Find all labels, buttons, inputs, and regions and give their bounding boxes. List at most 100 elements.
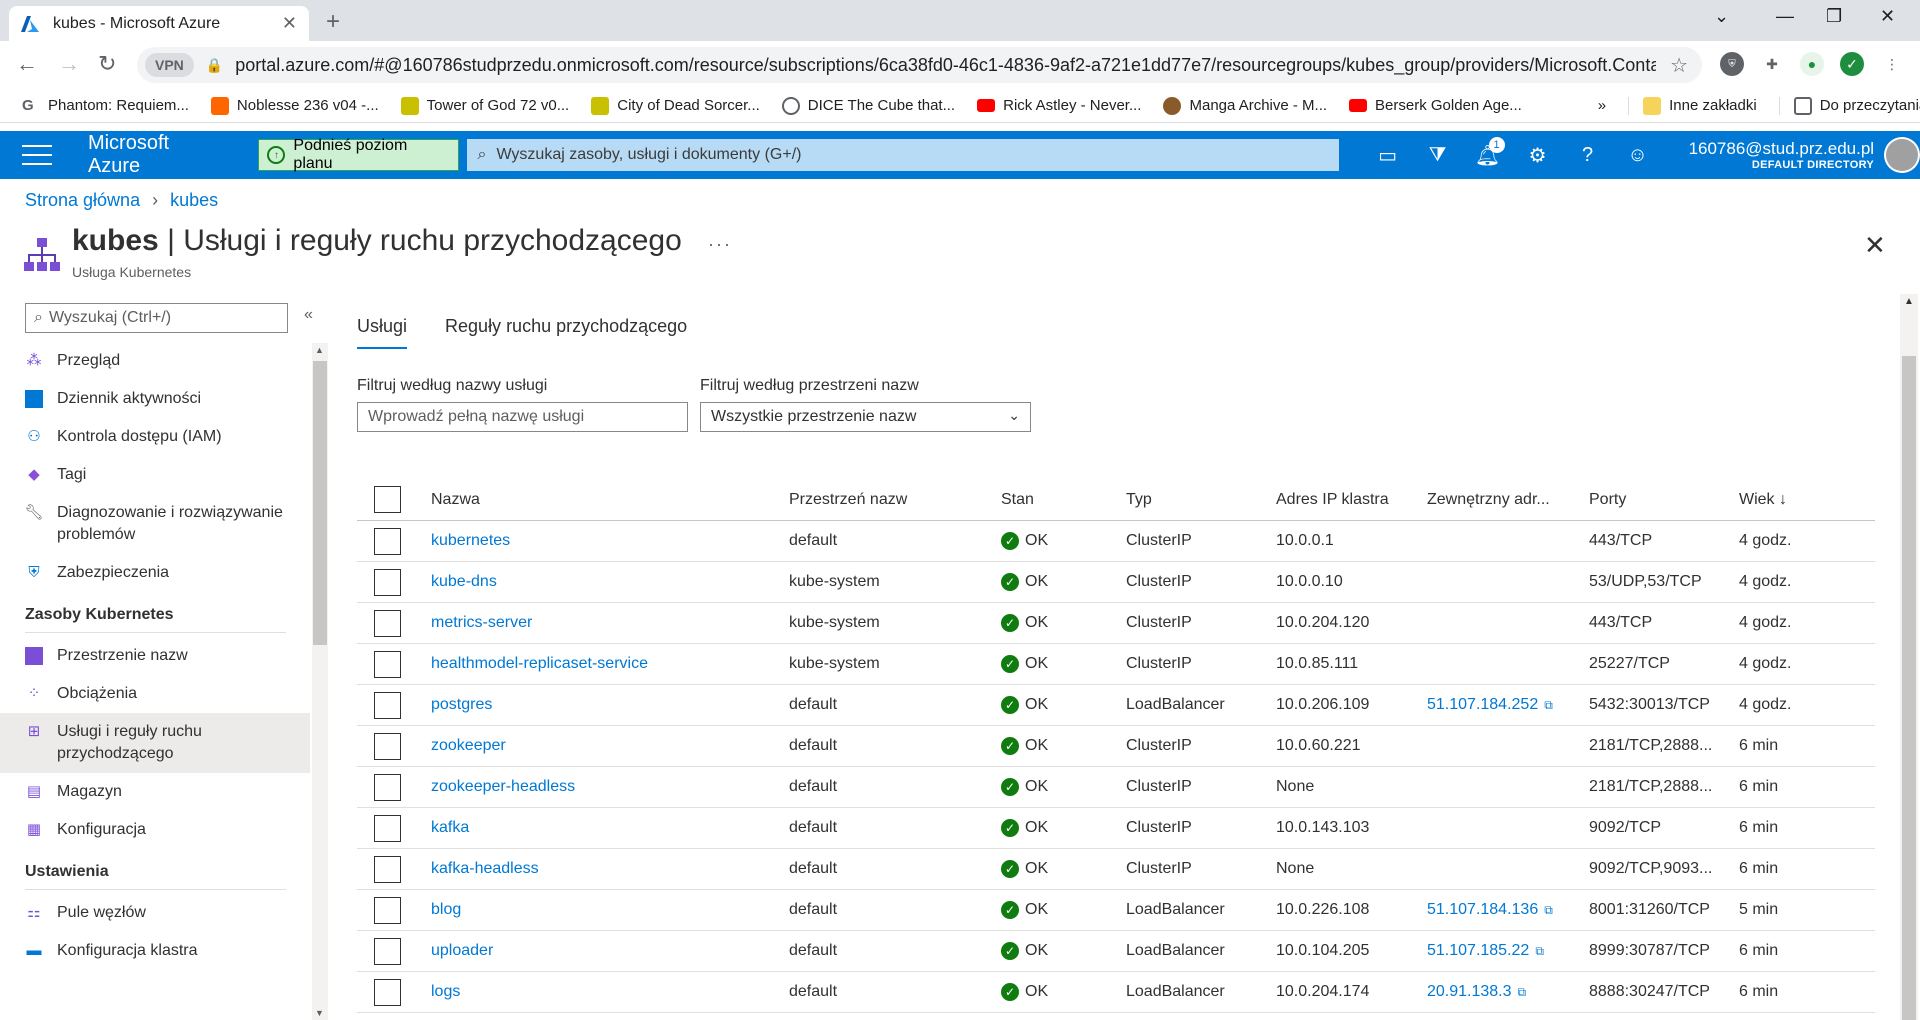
- table-row[interactable]: kube-dns kube-system ✓ OK ClusterIP 10.0.0.10…: [357, 562, 1875, 603]
- cloud-shell-icon[interactable]: ▭: [1363, 131, 1413, 179]
- close-blade-icon[interactable]: ✕: [1864, 230, 1886, 261]
- browser-tab[interactable]: kubes - Microsoft Azure ✕: [9, 6, 309, 41]
- bookmark-item[interactable]: Berserk Golden Age...: [1349, 97, 1522, 114]
- row-checkbox[interactable]: [374, 609, 401, 637]
- scroll-down-icon[interactable]: ▼: [315, 1008, 324, 1018]
- shield-extension-icon[interactable]: ✓: [1840, 52, 1864, 76]
- back-icon[interactable]: ←: [16, 51, 38, 77]
- adblock-extension-icon[interactable]: ⛨: [1720, 52, 1744, 76]
- sidebar-item-namespaces[interactable]: Przestrzenie nazw: [0, 637, 310, 675]
- extensions-puzzle-icon[interactable]: ✚: [1760, 52, 1784, 76]
- bookmark-item[interactable]: Noblesse 236 v04 -...: [210, 96, 379, 115]
- row-checkbox[interactable]: [374, 691, 401, 719]
- column-header-cluster-ip[interactable]: Adres IP klastra: [1276, 491, 1427, 509]
- service-name-link[interactable]: kafka-headless: [431, 860, 539, 877]
- bookmark-item[interactable]: DICE The Cube that...: [781, 96, 955, 115]
- sidebar-item-services[interactable]: ⊞ Usługi i reguły ruchu przychodzącego: [0, 713, 310, 773]
- row-checkbox[interactable]: [374, 814, 401, 842]
- table-row[interactable]: blog default ✓ OK LoadBalancer 10.0.226.108 51…: [357, 890, 1875, 931]
- sidebar-item-storage[interactable]: ▤ Magazyn: [0, 773, 310, 811]
- main-scroll-thumb[interactable]: [1902, 356, 1916, 1020]
- external-ip-link[interactable]: 51.107.184.136: [1427, 901, 1538, 918]
- omnibox[interactable]: VPN 🔒 portal.azure.com/#@160786studprzed…: [137, 47, 1702, 83]
- profile-icon[interactable]: ●: [1800, 52, 1824, 76]
- open-external-icon[interactable]: ⧉: [1544, 903, 1553, 917]
- row-checkbox[interactable]: [374, 855, 401, 883]
- url-text[interactable]: portal.azure.com/#@160786studprzedu.onmi…: [235, 55, 1656, 76]
- service-name-link[interactable]: kube-dns: [431, 573, 497, 590]
- column-header-type[interactable]: Typ: [1126, 491, 1276, 509]
- row-checkbox[interactable]: [374, 732, 401, 760]
- service-name-link[interactable]: zookeeper-headless: [431, 778, 575, 795]
- service-name-link[interactable]: postgres: [431, 696, 492, 713]
- column-header-external-ip[interactable]: Zewnętrzny adr...: [1427, 491, 1589, 509]
- notifications-icon[interactable]: 🔔︎ 1: [1463, 131, 1513, 179]
- row-checkbox[interactable]: [374, 896, 401, 924]
- external-ip-link[interactable]: 20.91.138.3: [1427, 983, 1512, 1000]
- table-row[interactable]: kafka default ✓ OK ClusterIP 10.0.143.103 9092…: [357, 808, 1875, 849]
- service-name-link[interactable]: uploader: [431, 942, 493, 959]
- table-row[interactable]: healthmodel-replicaset-service kube-syste…: [357, 644, 1875, 685]
- bookmark-item[interactable]: Tower of God 72 v0...: [400, 96, 569, 115]
- forward-icon[interactable]: →: [58, 51, 80, 77]
- table-row[interactable]: postgres default ✓ OK LoadBalancer 10.0.206.1…: [357, 685, 1875, 726]
- close-tab-icon[interactable]: ✕: [282, 13, 297, 34]
- vpn-badge[interactable]: VPN: [145, 53, 194, 77]
- filter-name-input[interactable]: Wprowadź pełną nazwę usługi: [357, 402, 688, 432]
- breadcrumb-home-link[interactable]: Strona główna: [25, 190, 140, 211]
- service-name-link[interactable]: metrics-server: [431, 614, 532, 631]
- external-ip-link[interactable]: 51.107.184.252: [1427, 696, 1538, 713]
- sidebar-item-workloads[interactable]: ⁘ Obciążenia: [0, 675, 310, 713]
- bookmark-star-icon[interactable]: ☆: [1670, 53, 1688, 78]
- bookmark-item[interactable]: Rick Astley - Never...: [977, 97, 1141, 114]
- new-tab-icon[interactable]: +: [326, 8, 340, 36]
- table-row[interactable]: logs default ✓ OK LoadBalancer 10.0.204.174 20…: [357, 972, 1875, 1013]
- row-checkbox[interactable]: [374, 937, 401, 965]
- external-ip-link[interactable]: 51.107.185.22: [1427, 942, 1529, 959]
- breadcrumb-resource-link[interactable]: kubes: [170, 190, 218, 211]
- table-row[interactable]: kubernetes default ✓ OK ClusterIP 10.0.0.1 443…: [357, 521, 1875, 562]
- main-scrollbar[interactable]: ▲: [1900, 294, 1918, 1020]
- resource-menu-search[interactable]: ⌕ Wyszukaj (Ctrl+/): [25, 303, 288, 333]
- open-external-icon[interactable]: ⧉: [1544, 698, 1553, 712]
- filter-namespace-dropdown[interactable]: Wszystkie przestrzenie nazw ⌄: [700, 402, 1031, 432]
- azure-brand[interactable]: Microsoft Azure: [88, 132, 226, 178]
- row-checkbox[interactable]: [374, 978, 401, 1006]
- sidebar-item-iam[interactable]: ⚇ Kontrola dostępu (IAM): [0, 418, 310, 456]
- table-row[interactable]: uploader default ✓ OK LoadBalancer 10.0.104.2…: [357, 931, 1875, 972]
- row-checkbox[interactable]: [374, 527, 401, 555]
- tab-services[interactable]: Usługi: [357, 316, 408, 349]
- reading-list[interactable]: Do przeczytania: [1778, 96, 1920, 115]
- settings-gear-icon[interactable]: ⚙: [1513, 131, 1563, 179]
- help-icon[interactable]: ?: [1563, 131, 1613, 179]
- sidebar-item-activity-log[interactable]: Dziennik aktywności: [0, 380, 310, 418]
- directory-filter-icon[interactable]: ⧩: [1413, 131, 1463, 179]
- close-window-icon[interactable]: ✕: [1880, 6, 1895, 27]
- table-row[interactable]: metrics-server kube-system ✓ OK ClusterIP 10.…: [357, 603, 1875, 644]
- sidebar-item-cluster-config[interactable]: ▬ Konfiguracja klastra: [0, 932, 310, 970]
- table-row[interactable]: zookeeper-headless default ✓ OK ClusterIP Non…: [357, 767, 1875, 808]
- sidebar-item-security[interactable]: ⛨ Zabezpieczenia: [0, 554, 310, 592]
- row-checkbox[interactable]: [374, 650, 401, 678]
- scroll-up-icon[interactable]: ▲: [1904, 296, 1914, 307]
- maximize-icon[interactable]: ❐: [1826, 6, 1842, 27]
- sidebar-item-node-pools[interactable]: ⚏ Pule węzłów: [0, 894, 310, 932]
- bookmarks-overflow[interactable]: »: [1598, 97, 1606, 114]
- lock-icon[interactable]: 🔒: [206, 57, 223, 74]
- sidebar-scrollbar[interactable]: ▲ ▼: [312, 343, 328, 1020]
- sidebar-item-configuration[interactable]: ▦ Konfiguracja: [0, 811, 310, 849]
- other-bookmarks-folder[interactable]: Inne zakładki: [1628, 96, 1757, 115]
- sidebar-item-tags[interactable]: ◆ Tagi: [0, 456, 310, 494]
- account-info[interactable]: 160786@stud.prz.edu.pl DEFAULT DIRECTORY: [1689, 139, 1875, 171]
- browser-menu-icon[interactable]: ⋮: [1880, 52, 1904, 76]
- row-checkbox[interactable]: [374, 568, 401, 596]
- row-checkbox[interactable]: [374, 773, 401, 801]
- service-name-link[interactable]: healthmodel-replicaset-service: [431, 655, 648, 672]
- service-name-link[interactable]: zookeeper: [431, 737, 506, 754]
- column-header-name[interactable]: Nazwa: [431, 491, 789, 509]
- feedback-icon[interactable]: ☺: [1613, 131, 1663, 179]
- reload-icon[interactable]: ↻: [98, 51, 116, 77]
- tab-search-icon[interactable]: ⌄: [1714, 6, 1729, 27]
- service-name-link[interactable]: kubernetes: [431, 532, 510, 549]
- column-header-ports[interactable]: Porty: [1589, 491, 1739, 509]
